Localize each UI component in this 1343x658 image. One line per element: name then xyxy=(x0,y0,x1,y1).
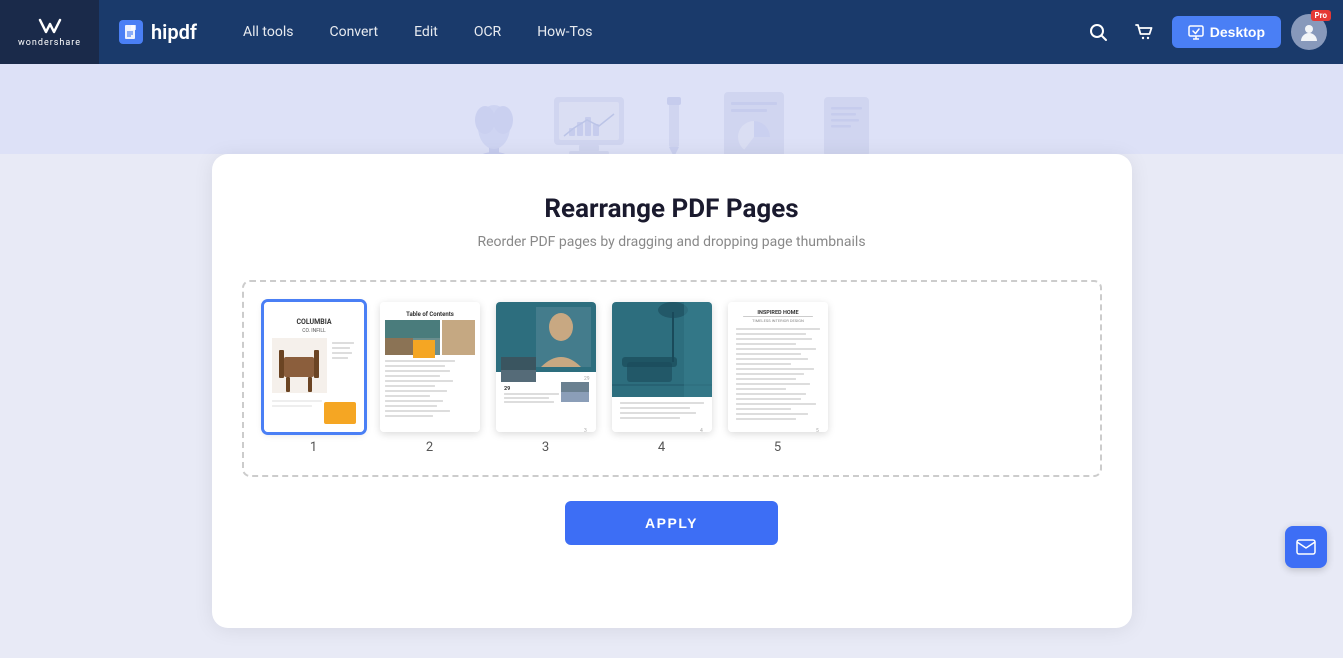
svg-text:5: 5 xyxy=(816,428,819,432)
page-title: Rearrange PDF Pages xyxy=(242,194,1102,224)
apply-section: APPLY xyxy=(242,501,1102,545)
page-thumb-5[interactable]: INSPIRED HOME TIMELESS INTERIOR DESIGN xyxy=(728,302,828,455)
wondershare-text: wondershare xyxy=(18,38,81,48)
nav-all-tools[interactable]: All tools xyxy=(227,16,309,48)
svg-text:COLUMBIA: COLUMBIA xyxy=(296,318,331,326)
thumb-wrapper-5: INSPIRED HOME TIMELESS INTERIOR DESIGN xyxy=(728,302,828,432)
svg-text:4: 4 xyxy=(700,428,703,432)
hipdf-brand[interactable]: hipdf xyxy=(99,20,217,44)
navbar: wondershare hipdf All tools Convert Edit… xyxy=(0,0,1343,64)
hero-illustration xyxy=(469,87,874,162)
nav-ocr[interactable]: OCR xyxy=(458,16,517,48)
desktop-label: Desktop xyxy=(1210,24,1265,40)
page-number-4: 4 xyxy=(658,440,665,455)
search-button[interactable] xyxy=(1080,14,1116,50)
page-number-2: 2 xyxy=(426,440,433,455)
desktop-button[interactable]: Desktop xyxy=(1172,16,1281,48)
main-content: Rearrange PDF Pages Reorder PDF pages by… xyxy=(0,154,1343,658)
wondershare-brand[interactable]: wondershare xyxy=(0,0,99,64)
svg-text:29: 29 xyxy=(504,386,510,392)
svg-text:CO. INFILL: CO. INFILL xyxy=(302,328,326,334)
illus-doc2 xyxy=(819,92,874,162)
page-thumb-2[interactable]: Table of Contents xyxy=(380,302,480,455)
mail-button[interactable] xyxy=(1285,526,1327,568)
hipdf-name: hipdf xyxy=(151,20,197,44)
page-thumb-4[interactable]: 4 4 xyxy=(612,302,712,455)
cart-button[interactable] xyxy=(1126,14,1162,50)
rearrange-card: Rearrange PDF Pages Reorder PDF pages by… xyxy=(212,154,1132,628)
page-number-5: 5 xyxy=(774,440,781,455)
page-thumb-1[interactable]: COLUMBIA CO. INFILL xyxy=(264,302,364,455)
nav-edit[interactable]: Edit xyxy=(398,16,454,48)
thumb-wrapper-4: 4 xyxy=(612,302,712,432)
svg-text:TIMELESS INTERIOR DESIGN: TIMELESS INTERIOR DESIGN xyxy=(752,318,804,323)
page-thumb-3[interactable]: 29 29 3 3 xyxy=(496,302,596,455)
thumb-wrapper-1: COLUMBIA CO. INFILL xyxy=(264,302,364,432)
svg-text:INSPIRED HOME: INSPIRED HOME xyxy=(757,310,798,316)
thumb-wrapper-2: Table of Contents xyxy=(380,302,480,432)
page-number-1: 1 xyxy=(310,440,317,455)
pro-badge: Pro xyxy=(1311,10,1331,21)
wondershare-logo: wondershare xyxy=(18,16,81,48)
page-number-3: 3 xyxy=(542,440,549,455)
nav-convert[interactable]: Convert xyxy=(313,16,394,48)
svg-text:Table of Contents: Table of Contents xyxy=(406,311,454,318)
illus-monitor xyxy=(549,92,629,162)
nav-howtos[interactable]: How-Tos xyxy=(521,16,608,48)
illus-pen xyxy=(659,92,689,162)
hipdf-logo-icon xyxy=(119,20,143,44)
svg-text:3: 3 xyxy=(584,428,587,432)
page-subtitle: Reorder PDF pages by dragging and droppi… xyxy=(242,234,1102,250)
illus-doc xyxy=(719,87,789,162)
ws-icon xyxy=(36,16,64,36)
illus-plant xyxy=(469,92,519,162)
apply-button[interactable]: APPLY xyxy=(565,501,778,545)
nav-right: Desktop Pro xyxy=(1080,14,1343,50)
svg-text:29: 29 xyxy=(584,376,590,382)
avatar-container[interactable]: Pro xyxy=(1291,14,1327,50)
nav-links: All tools Convert Edit OCR How-Tos xyxy=(227,16,608,48)
pages-container: COLUMBIA CO. INFILL xyxy=(242,280,1102,477)
thumb-wrapper-3: 29 29 3 xyxy=(496,302,596,432)
